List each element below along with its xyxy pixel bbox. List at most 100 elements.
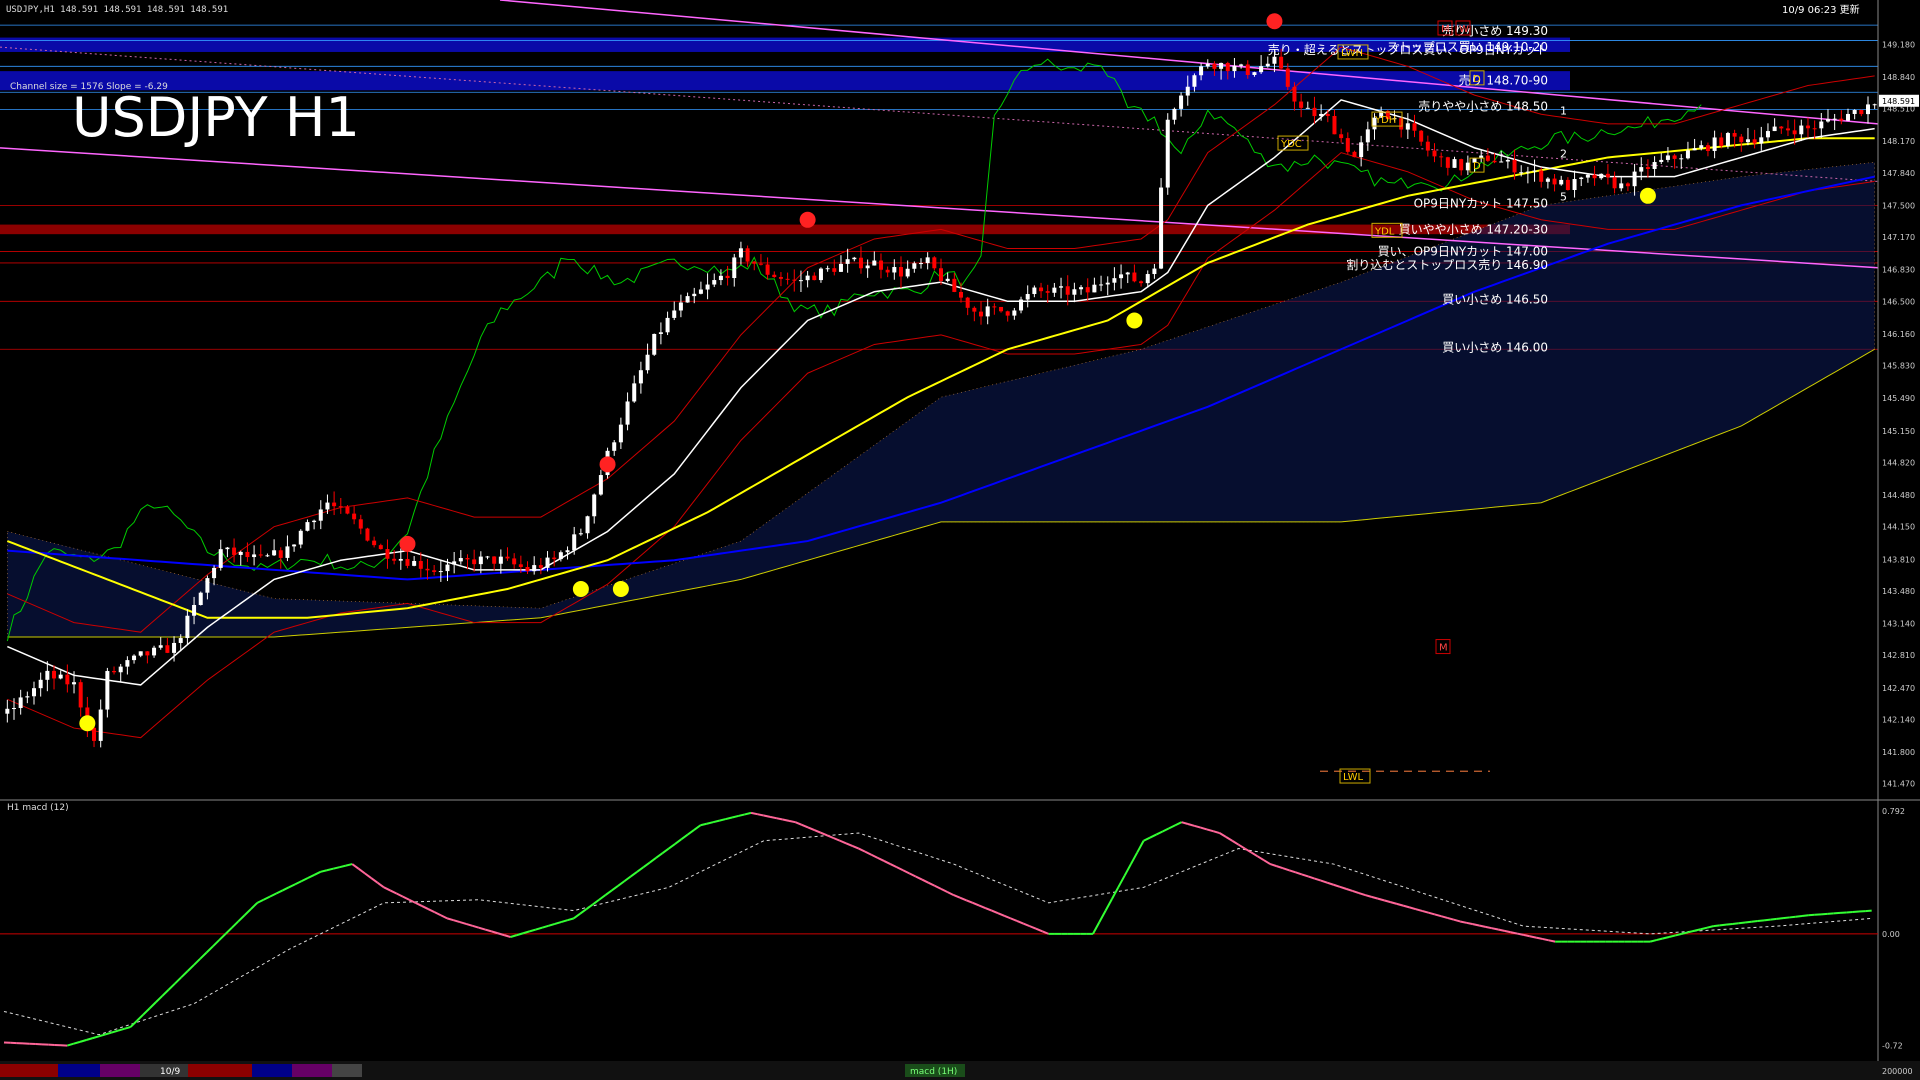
color-tab-7[interactable] [332,1064,362,1077]
color-tab-4[interactable] [188,1064,252,1077]
macd-segment [769,815,777,820]
candle-body [525,566,530,572]
candle-body [1012,310,1017,316]
color-tab-2[interactable] [58,1064,100,1077]
level-annotation: 売り・超えるとストップロス買い、OP9日NYカット [1268,42,1548,57]
candle-body [1525,171,1530,173]
price-tick-label: 147.840 [1882,169,1915,178]
candle-body [1819,121,1824,129]
candle-body [345,506,350,514]
signal-marker [599,456,616,473]
candle-body [778,277,783,279]
color-tab-3[interactable] [100,1064,140,1077]
candle-body [979,311,984,317]
level-tag-label: M [1439,643,1448,654]
bottom-toolbar[interactable]: 10/9 macd (1H) 200000 [0,1061,1920,1080]
candle-body [932,257,937,269]
macd-segment [1548,939,1556,943]
candle-body [959,291,964,298]
candle-body [738,248,743,258]
macd-segment [1510,931,1518,935]
macd-segment [1770,917,1777,921]
candle-body [252,554,257,558]
candle-body [878,260,883,270]
candle-body [1065,286,1070,295]
candle-body [552,557,557,560]
level-tag-label: YDL [1374,226,1395,237]
candle-body [1605,173,1610,178]
candle-body [1592,174,1597,179]
macd-segment [1516,932,1524,936]
color-tab-1[interactable] [0,1064,58,1077]
price-tick-label: 146.830 [1882,266,1915,275]
candle-body [1292,86,1297,102]
candle-body [1105,282,1110,285]
candle-body [185,615,190,639]
candle-body [145,651,150,656]
macd-segment [1782,916,1790,920]
candle-body [152,647,157,656]
candle-body [325,502,330,510]
macd-label: H1 macd (12) [7,803,69,813]
macd-segment [776,817,783,821]
level-annotation: 売りやや小さめ 148.50 [1418,99,1548,114]
candle-body [792,279,797,281]
candle-body [1305,107,1310,109]
price-tick-label: 148.170 [1882,137,1915,146]
level-tag-label: YDC [1280,139,1302,150]
price-tick-label: 143.480 [1882,587,1915,596]
candle-body [1719,137,1724,147]
macd-segment [1472,923,1480,927]
candle-body [1772,126,1777,132]
candle-body [458,558,463,562]
candle-body [1152,268,1157,275]
candle-body [1565,179,1570,190]
candle-body [1419,130,1424,142]
candle-body [492,556,497,564]
candle-body [1192,75,1197,87]
level-tag-label: LWH [1341,48,1363,59]
candle-body [1252,72,1257,75]
candle-body [498,556,503,564]
candle-body [645,354,650,371]
candle-body [512,558,517,565]
candle-body [478,556,483,565]
candle-body [445,564,450,572]
price-tick-label: 149.180 [1882,40,1915,49]
candle-body [238,551,243,555]
price-tick-label: 147.500 [1882,201,1915,210]
candle-body [398,558,403,561]
candle-body [1285,68,1290,87]
candle-body [765,264,770,275]
candle-body [112,671,117,673]
candle-body [192,604,197,616]
candle-body [1245,64,1250,75]
signal-marker [399,535,416,552]
candle-body [312,520,317,523]
candle-body [1072,289,1077,295]
price-tick-label: 144.150 [1882,523,1915,532]
candle-body [832,268,837,272]
color-tab-5[interactable] [252,1064,292,1077]
candle-body [178,638,183,643]
candle-body [98,709,103,741]
candle-body [1405,123,1410,130]
price-tick-label: 148.840 [1882,73,1915,82]
candle-body [1699,145,1704,149]
price-chart[interactable]: 売り小さめ 149.30ストップロス買い 149.10-20売り・超えるとストッ… [0,0,1920,1080]
candle-body [572,534,577,551]
macd-segment [788,819,796,824]
candle-body [1032,287,1037,295]
candle-body [585,516,590,534]
candle-body [1019,299,1024,311]
macd-segment [1795,914,1803,918]
level-annotation: 買いやや小さめ 147.20-30 [1399,222,1548,236]
candle-body [1725,133,1730,147]
color-tab-6[interactable] [292,1064,332,1077]
candle-body [318,509,323,521]
macd-segment [1744,920,1752,924]
macd-segment [1504,929,1512,934]
candle-body [1679,158,1684,160]
candle-body [798,280,803,282]
candle-body [105,671,110,710]
